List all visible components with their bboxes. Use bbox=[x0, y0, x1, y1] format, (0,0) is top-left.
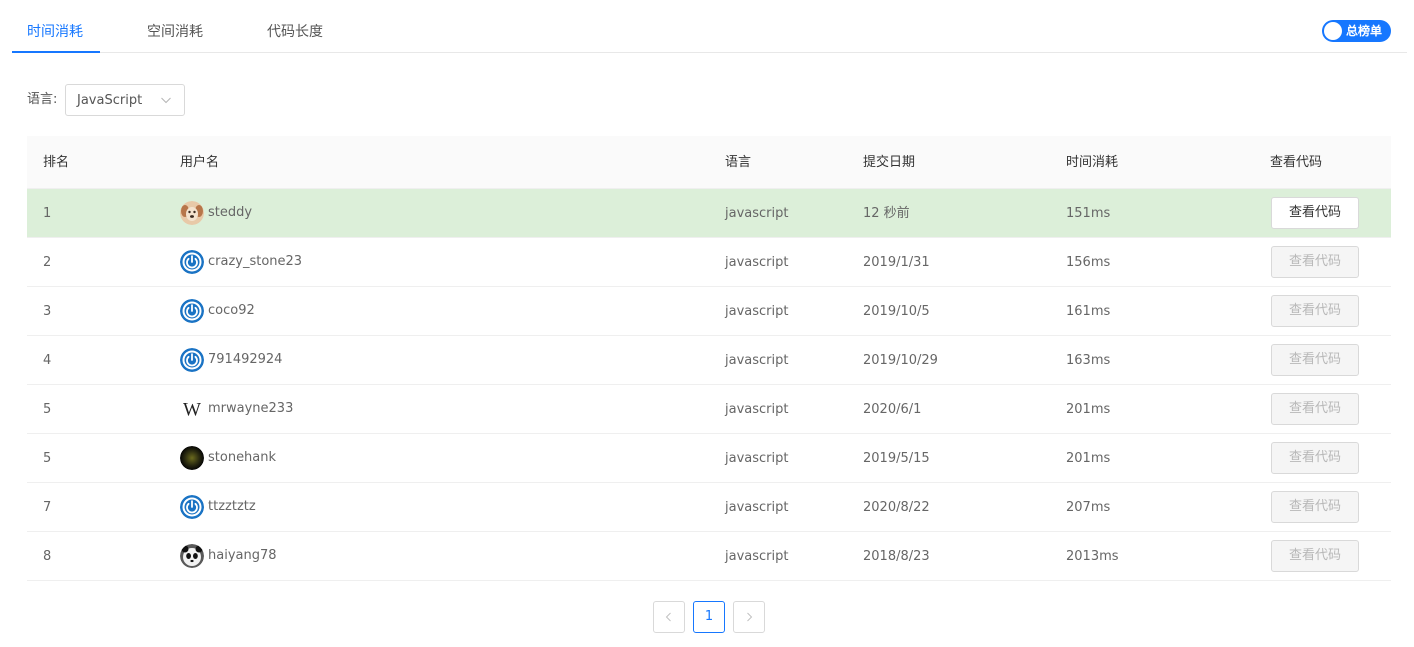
page-number-button[interactable]: 1 bbox=[693, 601, 725, 633]
username-cell[interactable]: mrwayne233 bbox=[208, 400, 293, 418]
view-code-button[interactable]: 查看代码 bbox=[1271, 344, 1359, 376]
language-cell: javascript bbox=[725, 304, 789, 319]
header-view-code: 查看代码 bbox=[1270, 155, 1323, 170]
view-code-button[interactable]: 查看代码 bbox=[1271, 393, 1359, 425]
table-row: 4 791492924 javascript 2019/10/29 163ms … bbox=[27, 336, 1391, 385]
power-avatar-icon bbox=[180, 299, 204, 323]
dark-avatar-icon bbox=[180, 446, 204, 470]
table-row: 2 crazy_stone23 javascript 2019/1/31 156… bbox=[27, 238, 1391, 287]
date-cell: 2019/5/15 bbox=[863, 451, 930, 466]
username-cell[interactable]: coco92 bbox=[208, 302, 255, 320]
username-cell[interactable]: ttzztztz bbox=[208, 498, 256, 516]
time-cell: 161ms bbox=[1066, 304, 1111, 319]
rank-cell: 5 bbox=[43, 402, 52, 417]
table-row: 7 ttzztztz javascript 2020/8/22 207ms 查看… bbox=[27, 483, 1391, 532]
view-code-button[interactable]: 查看代码 bbox=[1271, 442, 1359, 474]
tab-code-length[interactable]: 代码长度 bbox=[267, 22, 323, 42]
w-avatar-icon: W bbox=[183, 400, 201, 421]
time-cell: 156ms bbox=[1066, 255, 1111, 270]
tab-space[interactable]: 空间消耗 bbox=[147, 22, 203, 42]
dog-avatar-icon bbox=[180, 201, 204, 225]
rank-cell: 8 bbox=[43, 549, 52, 564]
table-row: 1 steddy javascript 12 秒前 151ms 查看代码 bbox=[27, 189, 1391, 238]
rank-cell: 7 bbox=[43, 500, 52, 515]
language-select[interactable]: JavaScript bbox=[65, 84, 185, 116]
tab-time[interactable]: 时间消耗 bbox=[27, 22, 83, 42]
next-page-button[interactable] bbox=[733, 601, 765, 633]
time-cell: 2013ms bbox=[1066, 549, 1119, 564]
header-submit-date: 提交日期 bbox=[863, 155, 916, 170]
time-cell: 163ms bbox=[1066, 353, 1111, 368]
rank-cell: 1 bbox=[43, 206, 52, 221]
date-cell: 2018/8/23 bbox=[863, 549, 930, 564]
table-header: 排名 用户名 语言 提交日期 时间消耗 查看代码 bbox=[27, 136, 1391, 189]
view-code-button[interactable]: 查看代码 bbox=[1271, 540, 1359, 572]
username-cell[interactable]: stonehank bbox=[208, 449, 276, 467]
view-code-button[interactable]: 查看代码 bbox=[1271, 295, 1359, 327]
username-cell[interactable]: steddy bbox=[208, 204, 252, 222]
language-cell: javascript bbox=[725, 549, 789, 564]
language-cell: javascript bbox=[725, 206, 789, 221]
table-row: 5 W mrwayne233 javascript 2020/6/1 201ms… bbox=[27, 385, 1391, 434]
prev-page-button[interactable] bbox=[653, 601, 685, 633]
language-select-value: JavaScript bbox=[77, 93, 143, 108]
rank-cell: 3 bbox=[43, 304, 52, 319]
language-filter-label: 语言: bbox=[27, 92, 58, 107]
toggle-label: 总榜单 bbox=[1346, 24, 1383, 38]
date-cell: 2019/10/5 bbox=[863, 304, 930, 319]
table-row: 3 coco92 javascript 2019/10/5 161ms 查看代码 bbox=[27, 287, 1391, 336]
view-code-button[interactable]: 查看代码 bbox=[1271, 491, 1359, 523]
username-cell[interactable]: haiyang78 bbox=[208, 547, 277, 565]
rank-cell: 2 bbox=[43, 255, 52, 270]
overall-ranking-toggle[interactable]: 总榜单 bbox=[1322, 20, 1391, 42]
table-row: 5 stonehank javascript 2019/5/15 201ms 查… bbox=[27, 434, 1391, 483]
date-cell: 12 秒前 bbox=[863, 206, 910, 221]
language-cell: javascript bbox=[725, 255, 789, 270]
chevron-left-icon bbox=[665, 612, 671, 622]
chevron-down-icon bbox=[161, 97, 171, 104]
username-cell[interactable]: crazy_stone23 bbox=[208, 253, 302, 271]
username-cell[interactable]: 791492924 bbox=[208, 351, 282, 369]
toggle-knob bbox=[1324, 22, 1342, 40]
tab-bar: 时间消耗 空间消耗 代码长度 bbox=[12, 0, 1407, 53]
power-avatar-icon bbox=[180, 495, 204, 519]
language-cell: javascript bbox=[725, 402, 789, 417]
header-username: 用户名 bbox=[180, 155, 220, 170]
date-cell: 2019/1/31 bbox=[863, 255, 930, 270]
chevron-right-icon bbox=[747, 612, 753, 622]
date-cell: 2020/6/1 bbox=[863, 402, 922, 417]
date-cell: 2020/8/22 bbox=[863, 500, 930, 515]
active-tab-indicator bbox=[12, 51, 100, 53]
table-row: 8 haiyang78 javascript 2018/8/23 2013ms … bbox=[27, 532, 1391, 581]
time-cell: 151ms bbox=[1066, 206, 1111, 221]
rank-cell: 5 bbox=[43, 451, 52, 466]
header-time: 时间消耗 bbox=[1066, 155, 1119, 170]
time-cell: 207ms bbox=[1066, 500, 1111, 515]
time-cell: 201ms bbox=[1066, 402, 1111, 417]
view-code-button[interactable]: 查看代码 bbox=[1271, 197, 1359, 229]
header-language: 语言 bbox=[725, 155, 752, 170]
panda-avatar-icon bbox=[180, 544, 204, 568]
language-cell: javascript bbox=[725, 451, 789, 466]
svg-text:W: W bbox=[183, 400, 201, 421]
header-rank: 排名 bbox=[43, 155, 70, 170]
rank-cell: 4 bbox=[43, 353, 52, 368]
power-avatar-icon bbox=[180, 250, 204, 274]
time-cell: 201ms bbox=[1066, 451, 1111, 466]
language-cell: javascript bbox=[725, 353, 789, 368]
power-avatar-icon bbox=[180, 348, 204, 372]
date-cell: 2019/10/29 bbox=[863, 353, 938, 368]
ranking-table: 排名 用户名 语言 提交日期 时间消耗 查看代码 1 steddy javasc… bbox=[27, 136, 1391, 581]
view-code-button[interactable]: 查看代码 bbox=[1271, 246, 1359, 278]
language-cell: javascript bbox=[725, 500, 789, 515]
